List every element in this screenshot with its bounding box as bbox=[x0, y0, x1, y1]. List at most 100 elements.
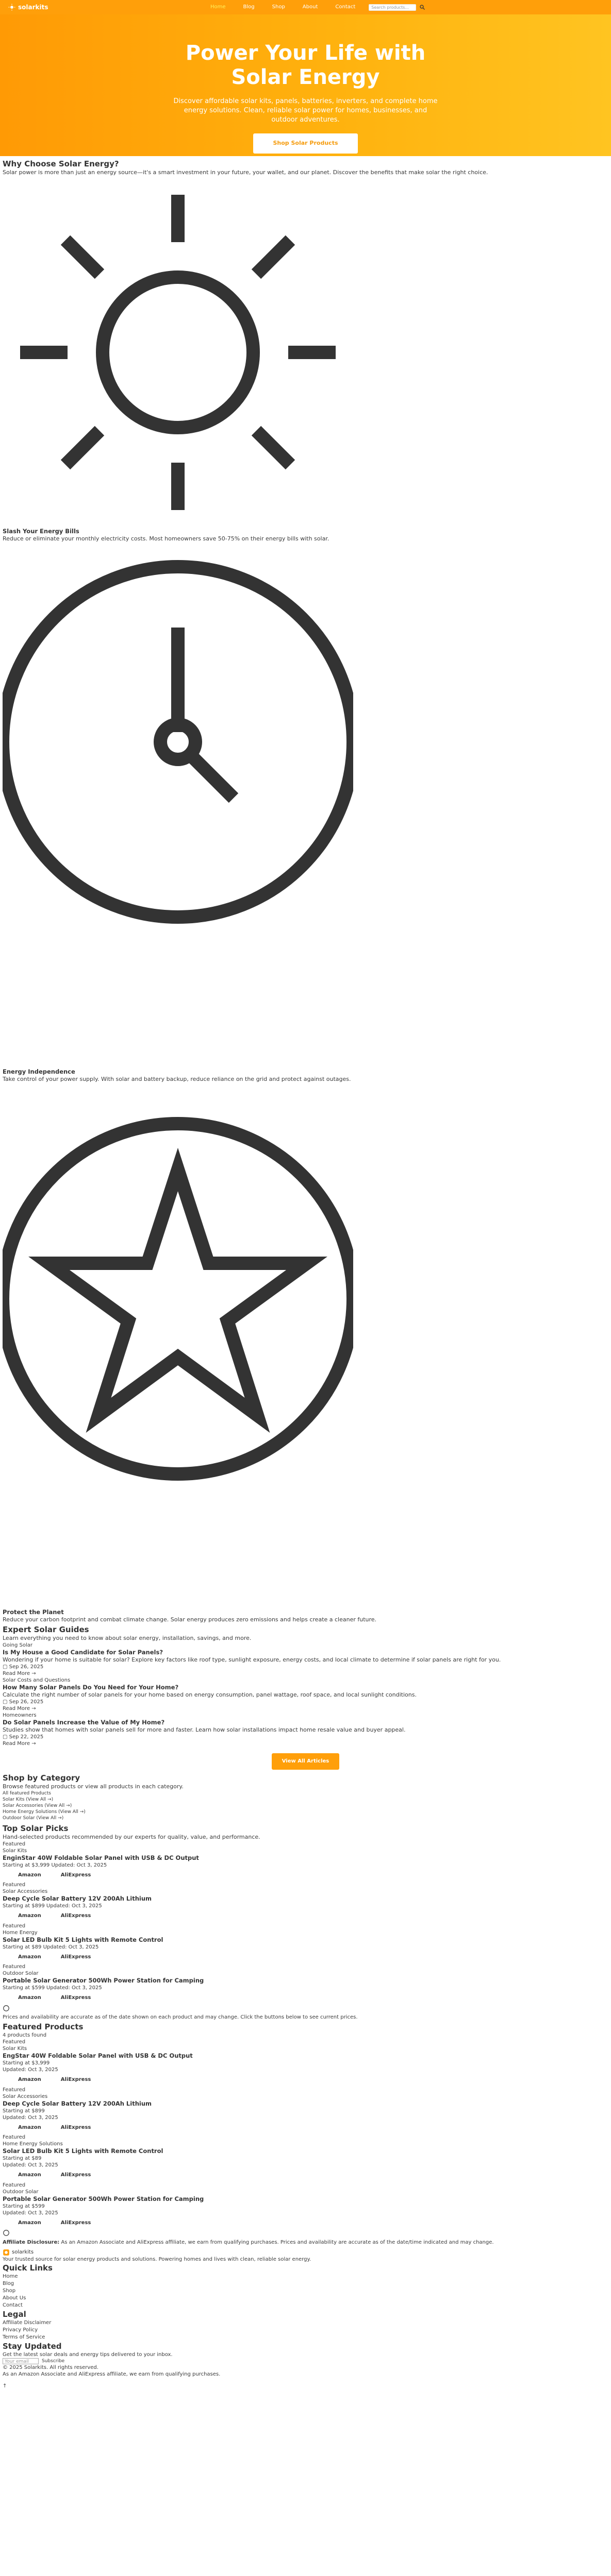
product-title[interactable]: EngStar 40W Foldable Solar Panel with US… bbox=[3, 2052, 608, 2060]
product-card: Featured Home Energy Solar LED Bulb Kit … bbox=[3, 1923, 608, 1961]
footer-link-privacy[interactable]: Privacy Policy bbox=[3, 2327, 38, 2333]
product-category: Solar Kits bbox=[3, 2046, 27, 2052]
amazon-button[interactable]: Amazon bbox=[18, 1954, 41, 1961]
copyright: © 2025 Solarkits. All rights reserved. bbox=[3, 2365, 98, 2371]
product-title[interactable]: EnginStar 40W Foldable Solar Panel with … bbox=[3, 1854, 608, 1862]
info-icon bbox=[3, 2230, 9, 2236]
footer-link-terms[interactable]: Terms of Service bbox=[3, 2334, 45, 2340]
amazon-button[interactable]: Amazon bbox=[18, 2076, 41, 2083]
featured-badge: Featured bbox=[3, 2134, 26, 2141]
read-more-link[interactable]: Read More bbox=[3, 1741, 30, 1747]
nav-about[interactable]: About bbox=[303, 4, 318, 11]
shop-category-heading: Shop by Category bbox=[3, 1773, 80, 1783]
product-category: Solar Accessories bbox=[3, 1889, 48, 1894]
footer-brand[interactable]: solarkits bbox=[3, 2249, 608, 2256]
product-price: Starting at $89 bbox=[3, 2156, 42, 2162]
search-icon[interactable] bbox=[419, 4, 425, 10]
category-link[interactable]: Solar Kits (View All →) bbox=[3, 1797, 53, 1802]
product-title[interactable]: Solar LED Bulb Kit 5 Lights with Remote … bbox=[3, 2147, 608, 2155]
site-footer: solarkits Your trusted source for solar … bbox=[3, 2249, 608, 2389]
product-price: Starting at $599 bbox=[3, 2203, 45, 2209]
footer-link-home[interactable]: Home bbox=[3, 2274, 18, 2279]
shop-solar-products-button[interactable]: Shop Solar Products bbox=[253, 133, 358, 154]
category-link[interactable]: All featured Products bbox=[3, 1791, 51, 1796]
aliexpress-button[interactable]: AliExpress bbox=[61, 2124, 91, 2131]
article-card: Solar Costs and Questions How Many Solar… bbox=[3, 1677, 608, 1712]
view-all-articles-button[interactable]: View All Articles bbox=[271, 1753, 340, 1770]
category-link[interactable]: Outdoor Solar (View All →) bbox=[3, 1816, 63, 1821]
arrow-right-icon: → bbox=[31, 1671, 36, 1676]
clock-icon bbox=[3, 560, 353, 924]
subscribe-button[interactable]: Subscribe bbox=[42, 2358, 64, 2364]
product-title[interactable]: Portable Solar Generator 500Wh Power Sta… bbox=[3, 2195, 608, 2203]
nav-home[interactable]: Home bbox=[210, 4, 226, 11]
product-title[interactable]: Deep Cycle Solar Battery 12V 200Ah Lithi… bbox=[3, 1895, 608, 1903]
amazon-button[interactable]: Amazon bbox=[18, 2172, 41, 2179]
category-links: All featured Products Solar Kits (View A… bbox=[3, 1790, 608, 1821]
amazon-button[interactable]: Amazon bbox=[18, 1994, 41, 2002]
amazon-button[interactable]: Amazon bbox=[18, 1912, 41, 1920]
product-card: Featured Solar Accessories Deep Cycle So… bbox=[3, 2087, 608, 2131]
search-input[interactable]: Search products... bbox=[369, 4, 417, 11]
read-more-link[interactable]: Read More bbox=[3, 1706, 30, 1711]
info-icon bbox=[3, 2005, 9, 2011]
amazon-button[interactable]: Amazon bbox=[18, 1872, 41, 1879]
product-updated: Updated: Oct 3, 2025 bbox=[3, 2067, 58, 2073]
newsletter-email-input[interactable]: Your email bbox=[3, 2358, 39, 2365]
scroll-top-icon[interactable]: ↑ bbox=[3, 2383, 608, 2389]
aliexpress-button[interactable]: AliExpress bbox=[61, 2172, 91, 2179]
nav-shop[interactable]: Shop bbox=[272, 4, 285, 11]
brand-logo[interactable]: solarkits bbox=[8, 3, 163, 11]
article-category: Homeowners bbox=[3, 1713, 37, 1718]
affiliate-text: As an Amazon Associate and AliExpress af… bbox=[61, 2240, 494, 2246]
category-link[interactable]: Home Energy Solutions (View All →) bbox=[3, 1809, 86, 1815]
featured-badge: Featured bbox=[3, 1841, 26, 1847]
affiliate-label: Affiliate Disclosure: bbox=[3, 2240, 60, 2246]
article-title[interactable]: Do Solar Panels Increase the Value of My… bbox=[3, 1719, 608, 1726]
article-title[interactable]: How Many Solar Panels Do You Need for Yo… bbox=[3, 1684, 608, 1691]
featured-badge: Featured bbox=[3, 2182, 26, 2188]
guides-intro: Learn everything you need to know about … bbox=[3, 1635, 252, 1641]
arrow-right-icon: → bbox=[31, 1706, 36, 1711]
footer-brand-name: solarkits bbox=[12, 2249, 34, 2256]
aliexpress-button[interactable]: AliExpress bbox=[61, 2076, 91, 2083]
footer-affiliate-note: As an Amazon Associate and AliExpress af… bbox=[3, 2371, 221, 2378]
aliexpress-button[interactable]: AliExpress bbox=[61, 1954, 91, 1961]
aliexpress-button[interactable]: AliExpress bbox=[61, 1994, 91, 2002]
aliexpress-button[interactable]: AliExpress bbox=[61, 1912, 91, 1920]
product-card: Featured Solar Accessories Deep Cycle So… bbox=[3, 1882, 608, 1920]
product-category: Outdoor Solar bbox=[3, 1971, 39, 1976]
product-meta: Starting at $3,999 Updated: Oct 3, 2025 bbox=[3, 1862, 107, 1868]
hero-title: Power Your Life with Solar Energy bbox=[185, 41, 426, 89]
featured-badge: Featured bbox=[3, 1882, 26, 1888]
article-category: Going Solar bbox=[3, 1642, 32, 1648]
product-meta: Starting at $89 Updated: Oct 3, 2025 bbox=[3, 1944, 99, 1950]
nav-blog[interactable]: Blog bbox=[243, 4, 255, 11]
top-picks-heading: Top Solar Picks bbox=[3, 1823, 69, 1833]
product-title[interactable]: Deep Cycle Solar Battery 12V 200Ah Lithi… bbox=[3, 2100, 608, 2108]
product-title[interactable]: Solar LED Bulb Kit 5 Lights with Remote … bbox=[3, 1936, 608, 1944]
nav-contact[interactable]: Contact bbox=[335, 4, 355, 11]
amazon-button[interactable]: Amazon bbox=[18, 2124, 41, 2131]
product-title[interactable]: Portable Solar Generator 500Wh Power Sta… bbox=[3, 1977, 608, 1985]
category-link[interactable]: Solar Accessories (View All →) bbox=[3, 1803, 72, 1808]
article-card: Going Solar Is My House a Good Candidate… bbox=[3, 1642, 608, 1677]
main-content: Why Choose Solar Energy? Solar power is … bbox=[0, 156, 611, 2389]
footer-link-contact[interactable]: Contact bbox=[3, 2302, 23, 2308]
footer-link-blog[interactable]: Blog bbox=[3, 2281, 14, 2286]
feature-title: Protect the Planet bbox=[3, 1608, 64, 1616]
product-category: Solar Accessories bbox=[3, 2093, 48, 2099]
quick-links-heading: Quick Links bbox=[3, 2263, 53, 2273]
product-updated: Updated: Oct 3, 2025 bbox=[3, 2162, 58, 2168]
aliexpress-button[interactable]: AliExpress bbox=[61, 1872, 91, 1879]
footer-link-affiliate-disclaimer[interactable]: Affiliate Disclaimer bbox=[3, 2320, 51, 2326]
footer-link-shop[interactable]: Shop bbox=[3, 2288, 15, 2294]
footer-link-about[interactable]: About Us bbox=[3, 2295, 26, 2301]
aliexpress-button[interactable]: AliExpress bbox=[61, 2219, 91, 2227]
featured-count: 4 products found bbox=[3, 2032, 47, 2039]
product-category: Outdoor Solar bbox=[3, 2189, 39, 2195]
article-title[interactable]: Is My House a Good Candidate for Solar P… bbox=[3, 1649, 608, 1656]
read-more-link[interactable]: Read More bbox=[3, 1671, 30, 1676]
featured-badge: Featured bbox=[3, 1923, 26, 1929]
amazon-button[interactable]: Amazon bbox=[18, 2219, 41, 2227]
